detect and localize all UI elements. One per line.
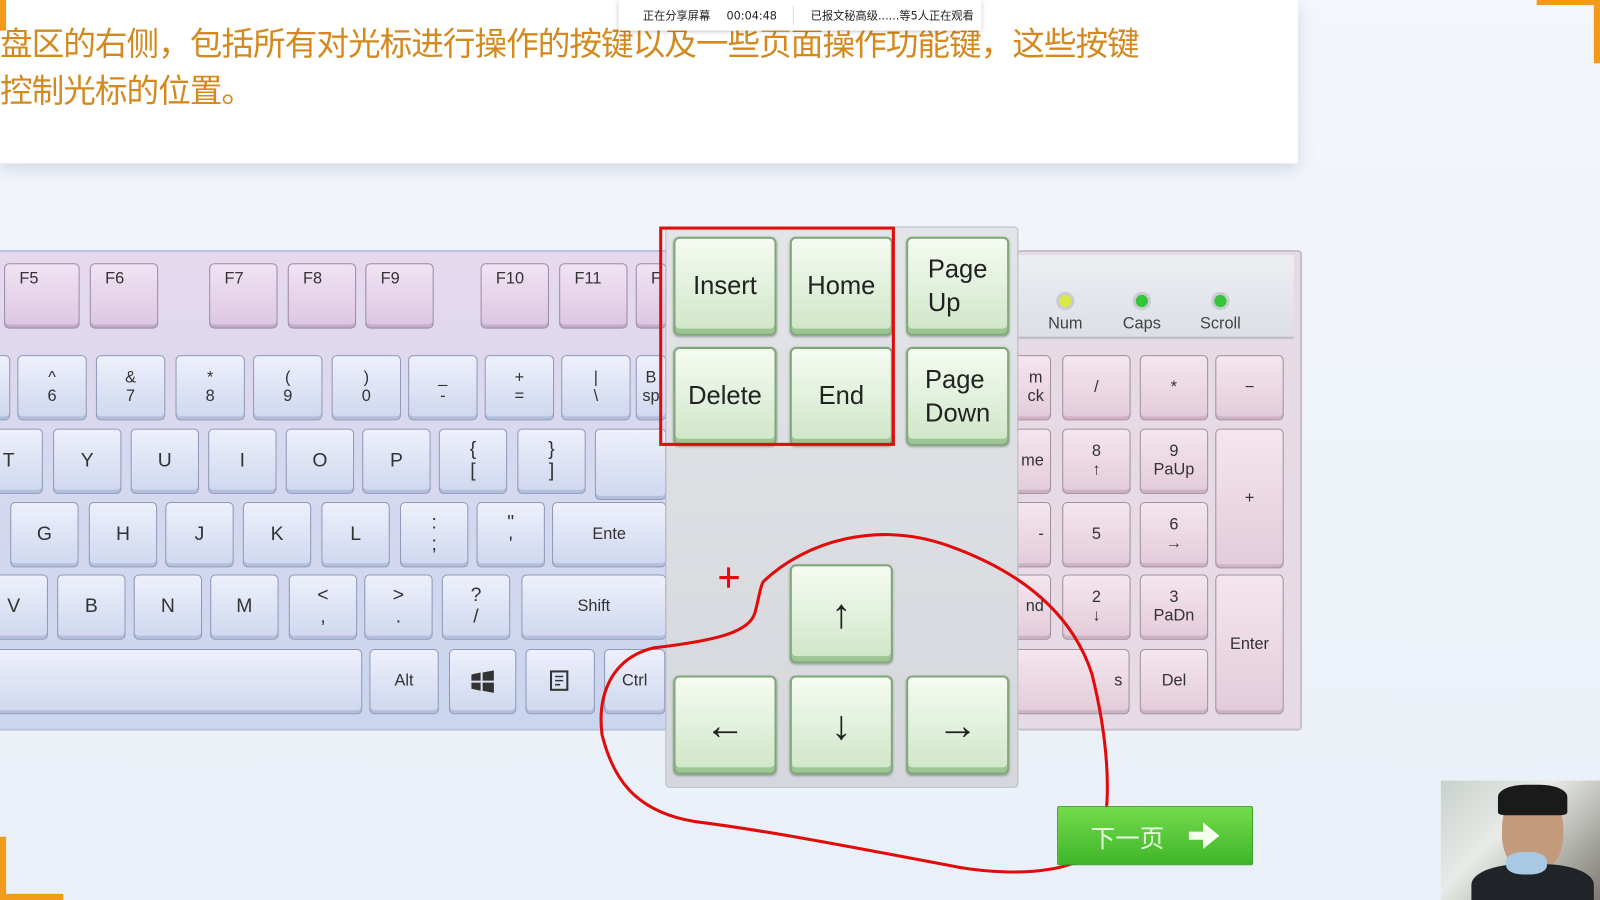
screen: 盘区的右侧，包括所有对光标进行操作的按键以及一些页面操作功能键，这些按键 控制光…: [0, 0, 1600, 900]
plus-cursor-icon: [719, 567, 739, 588]
presenter-hair: [1497, 784, 1568, 816]
next-page-button[interactable]: 下一页: [1057, 806, 1254, 866]
annotation-layer: [599, 533, 1109, 874]
freehand-circle-annotation: [599, 533, 1109, 874]
face-mask: [1506, 852, 1547, 875]
webcam-video: [1440, 780, 1600, 900]
next-page-label: 下一页: [1090, 823, 1165, 853]
arrow-right-icon: [1188, 822, 1220, 849]
